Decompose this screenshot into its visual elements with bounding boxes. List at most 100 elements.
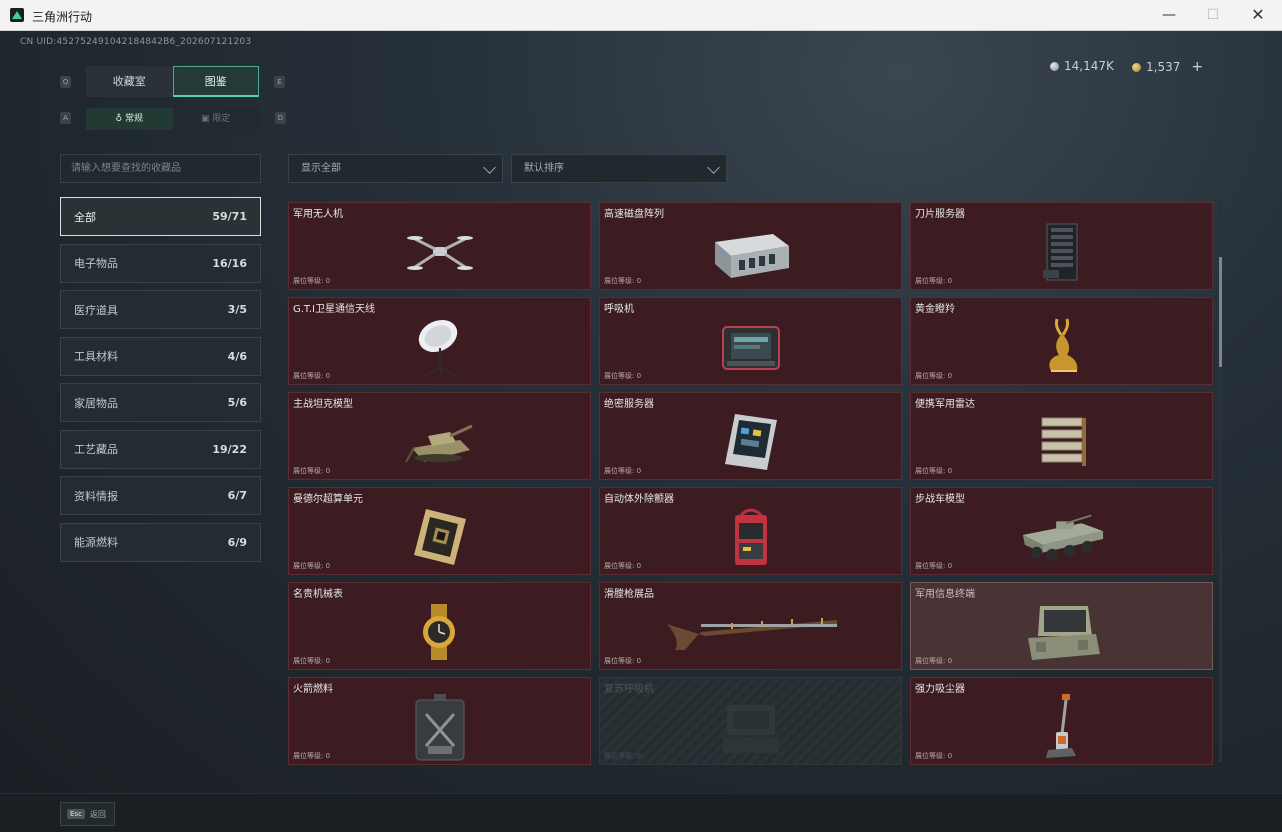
collection-card[interactable]: 军用无人机 展位等级: 0	[288, 202, 591, 290]
collection-card-locked[interactable]: 复苏呼吸机 展位等级: 0	[599, 677, 902, 765]
esc-key-icon: Esc	[67, 809, 85, 819]
drone-icon	[395, 217, 485, 287]
ventilator-icon	[706, 312, 796, 382]
card-name: 火箭燃料	[293, 684, 333, 695]
card-level: 展位等级: 0	[915, 657, 953, 665]
card-name: 刀片服务器	[915, 209, 965, 220]
category-label: 医疗道具	[74, 303, 118, 317]
card-level: 展位等级: 0	[293, 752, 331, 760]
collection-card[interactable]: 自动体外除颤器 展位等级: 0	[599, 487, 902, 575]
collection-card[interactable]: 步战车模型 展位等级: 0	[910, 487, 1213, 575]
collection-card[interactable]: 军用信息终端 展位等级: 0	[910, 582, 1213, 670]
card-level: 展位等级: 0	[293, 562, 331, 570]
key-e-hint: E	[274, 76, 285, 88]
ifv-model-icon	[1017, 502, 1107, 572]
category-count: 6/7	[227, 489, 247, 502]
subtab-regular[interactable]: ♁ 常规	[86, 108, 173, 130]
category-count: 16/16	[212, 256, 247, 270]
collection-card[interactable]: 强力吸尘器 展位等级: 0	[910, 677, 1213, 765]
card-level: 展位等级: 0	[604, 752, 642, 760]
app-logo-icon	[10, 8, 24, 22]
game-area: CN UID:452752491042184842B6_202607121203…	[0, 31, 1282, 832]
gold-coin-icon	[1132, 62, 1141, 72]
category-count: 5/6	[227, 396, 247, 409]
category-item[interactable]: 工艺藏品 19/22	[60, 429, 261, 469]
terminal-icon	[1017, 597, 1107, 667]
category-item[interactable]: 家居物品 5/6	[60, 383, 261, 422]
category-item[interactable]: 能源燃料 6/9	[60, 522, 261, 562]
subtab-limited[interactable]: ▣ 限定	[172, 108, 259, 130]
tank-model-icon	[395, 407, 485, 477]
card-level: 展位等级: 0	[604, 657, 642, 665]
radar-icon	[1017, 407, 1107, 477]
card-level: 展位等级: 0	[293, 467, 331, 475]
collection-card[interactable]: 刀片服务器 展位等级: 0	[910, 202, 1213, 290]
card-name: 绝密服务器	[604, 399, 654, 410]
defibrillator-icon	[706, 502, 796, 572]
grid-scrollbar[interactable]	[1219, 197, 1222, 762]
flame-icon: ♁	[115, 114, 125, 124]
collection-card[interactable]: G.T.I卫星通信天线 展位等级: 0	[288, 297, 591, 385]
card-level: 展位等级: 0	[293, 277, 331, 285]
card-name: 复苏呼吸机	[604, 684, 654, 695]
card-name: 自动体外除颤器	[604, 494, 674, 505]
category-list: 全部 59/71 电子物品 16/16 医疗道具 3/5 工具材料 4/6 家居物品 5/…	[60, 197, 261, 569]
card-level: 展位等级: 0	[915, 752, 953, 760]
card-level: 展位等级: 0	[915, 562, 953, 570]
category-item[interactable]: 医疗道具 3/5	[60, 290, 261, 329]
category-label: 全部	[74, 210, 96, 224]
collection-card[interactable]: 滑膛枪展品 展位等级: 0	[599, 582, 902, 670]
silver-coin-icon	[1050, 61, 1059, 71]
card-level: 展位等级: 0	[915, 372, 953, 380]
collection-card[interactable]: 呼吸机 展位等级: 0	[599, 297, 902, 385]
minimize-button[interactable]: —	[1156, 6, 1182, 24]
silver-amount: 14,147K	[1064, 59, 1114, 73]
card-name: 步战车模型	[915, 494, 965, 505]
add-currency-button[interactable]: +	[1191, 59, 1203, 75]
vacuum-icon	[1017, 692, 1107, 762]
collection-card[interactable]: 曼德尔超算单元 展位等级: 0	[288, 487, 591, 575]
collection-card[interactable]: 火箭燃料 展位等级: 0	[288, 677, 591, 765]
maximize-button[interactable]: ☐	[1200, 6, 1226, 24]
category-label: 家居物品	[74, 396, 118, 410]
main-tabs: 收藏室 图鉴	[86, 66, 259, 97]
category-count: 4/6	[227, 349, 247, 363]
collection-card[interactable]: 高速磁盘阵列 展位等级: 0	[599, 202, 902, 290]
collection-card[interactable]: 主战坦克模型 展位等级: 0	[288, 392, 591, 480]
resus-ventilator-icon	[706, 692, 796, 762]
card-level: 展位等级: 0	[915, 467, 953, 475]
collection-card[interactable]: 绝密服务器 展位等级: 0	[599, 392, 902, 480]
card-name: 滑膛枪展品	[604, 589, 654, 600]
collection-card[interactable]: 便携军用雷达 展位等级: 0	[910, 392, 1213, 480]
category-item[interactable]: 资料情报 6/7	[60, 476, 261, 515]
card-name: G.T.I卫星通信天线	[293, 304, 375, 315]
card-name: 曼德尔超算单元	[293, 494, 363, 505]
card-name: 呼吸机	[604, 304, 634, 315]
back-button[interactable]: Esc 返回	[60, 802, 115, 826]
category-item[interactable]: 工具材料 4/6	[60, 336, 261, 376]
category-item[interactable]: 电子物品 16/16	[60, 243, 261, 283]
gold-amount: 1,537	[1146, 60, 1181, 74]
musket-icon	[656, 597, 846, 667]
card-name: 高速磁盘阵列	[604, 209, 664, 220]
filter-dropdown[interactable]: 显示全部	[288, 154, 503, 183]
rocket-fuel-icon	[395, 692, 485, 762]
category-count: 59/71	[212, 210, 247, 223]
close-button[interactable]: ✕	[1245, 6, 1271, 24]
collection-card[interactable]: 黄金瞪羚 展位等级: 0	[910, 297, 1213, 385]
scrollbar-thumb[interactable]	[1219, 257, 1222, 367]
chevron-down-icon	[707, 161, 720, 174]
key-q-hint: Q	[60, 76, 71, 88]
category-label: 资料情报	[74, 489, 118, 503]
tab-catalog[interactable]: 图鉴	[172, 66, 259, 97]
watch-icon	[395, 597, 485, 667]
category-item[interactable]: 全部 59/71	[60, 197, 261, 236]
tab-collection-room[interactable]: 收藏室	[86, 66, 173, 97]
window-titlebar: 三角洲行动 — ☐ ✕	[0, 0, 1282, 31]
category-label: 电子物品	[74, 257, 118, 270]
card-level: 展位等级: 0	[604, 467, 642, 475]
search-input[interactable]: 请输入想要查找的收藏品	[60, 154, 261, 183]
sort-dropdown[interactable]: 默认排序	[511, 154, 727, 183]
key-d-hint: D	[275, 112, 286, 124]
collection-card[interactable]: 名贵机械表 展位等级: 0	[288, 582, 591, 670]
